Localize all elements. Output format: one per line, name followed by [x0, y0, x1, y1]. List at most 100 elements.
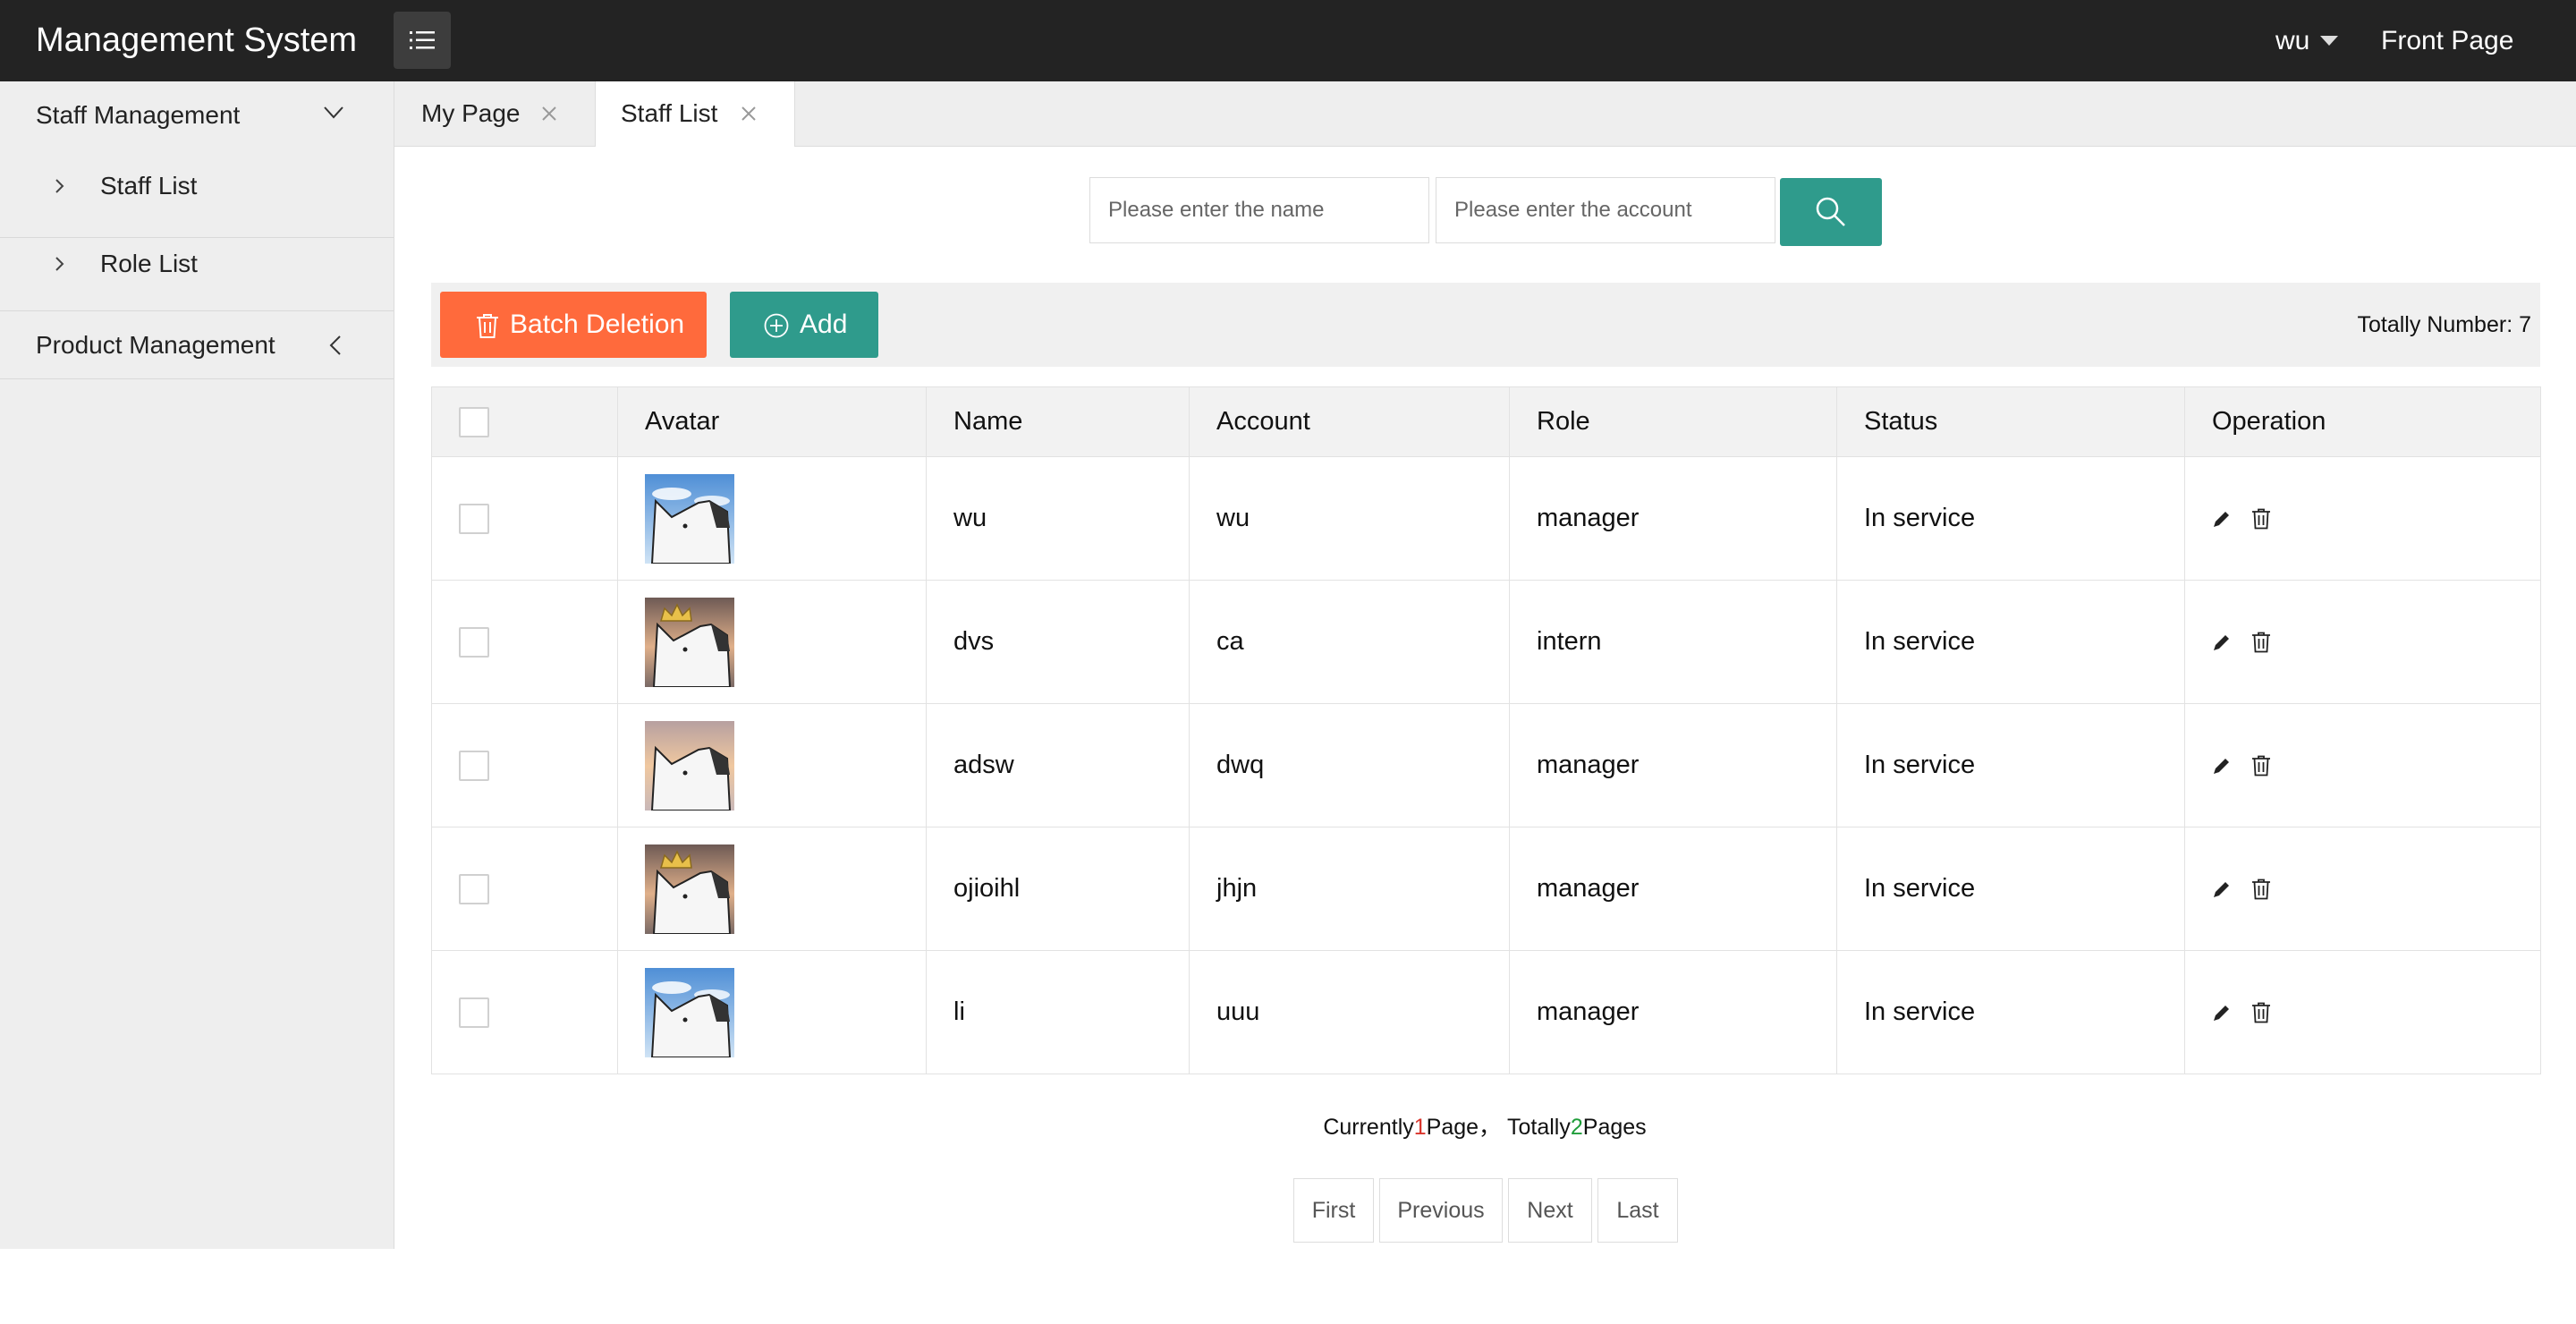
top-header: Management System wu Front Page [0, 0, 2576, 81]
pencil-icon[interactable] [2212, 879, 2232, 899]
avatar-cell [617, 456, 927, 581]
previous-page-button[interactable]: Previous [1379, 1178, 1503, 1243]
role-cell: manager [1509, 827, 1837, 951]
row-checkbox[interactable] [459, 503, 489, 534]
row-checkbox[interactable] [459, 873, 489, 904]
sidebar-group-product-management[interactable]: Product Management [0, 311, 394, 379]
column-header-role: Role [1509, 386, 1837, 457]
tab-bar: My Page Staff List [394, 81, 2576, 147]
first-page-button[interactable]: First [1293, 1178, 1374, 1243]
close-icon[interactable] [741, 106, 757, 122]
batch-delete-button[interactable]: Batch Deletion [440, 292, 707, 358]
row-select-cell [431, 827, 618, 951]
chevron-down-icon [324, 106, 343, 119]
page-info-total-prefix: Totally [1507, 1115, 1571, 1140]
name-cell: dvs [926, 580, 1190, 704]
caret-down-icon[interactable] [2320, 36, 2338, 46]
table-row: li uuu manager In service [431, 950, 2541, 1074]
avatar-cell [617, 580, 927, 704]
row-select-cell [431, 950, 618, 1074]
status-cell: In service [1836, 703, 2185, 828]
name-cell: ojioihl [926, 827, 1190, 951]
row-checkbox[interactable] [459, 626, 489, 658]
pencil-icon[interactable] [2212, 509, 2232, 529]
status-cell: In service [1836, 950, 2185, 1074]
account-cell: wu [1189, 456, 1510, 581]
total-count: Totally Number: 7 [2357, 312, 2531, 337]
table-toolbar: Batch Deletion Add Totally Number: 7 [431, 283, 2540, 367]
trash-icon[interactable] [2251, 632, 2271, 653]
row-checkbox[interactable] [459, 750, 489, 781]
avatar [645, 967, 734, 1057]
trash-icon [477, 314, 498, 338]
front-page-link[interactable]: Front Page [2381, 0, 2513, 81]
role-cell: manager [1509, 456, 1837, 581]
avatar [645, 720, 734, 811]
account-cell: uuu [1189, 950, 1510, 1074]
tab-staff-list[interactable]: Staff List [595, 81, 795, 147]
status-cell: In service [1836, 456, 2185, 581]
table-row: ojioihl jhjn manager In service [431, 827, 2541, 951]
pencil-icon[interactable] [2212, 1003, 2232, 1023]
sidebar-item-label: Role List [100, 250, 198, 277]
table-row: wu wu manager In service [431, 456, 2541, 581]
add-label: Add [800, 310, 848, 339]
operation-cell [2184, 950, 2541, 1074]
sidebar-divider [0, 378, 394, 379]
search-button[interactable] [1780, 178, 1882, 246]
chevron-right-icon [55, 179, 64, 193]
menu-toggle-button[interactable] [394, 12, 451, 69]
name-cell: wu [926, 456, 1190, 581]
total-pages-number: 2 [1570, 1115, 1583, 1140]
sidebar-item-staff-list[interactable]: Staff List [0, 149, 394, 223]
operation-cell [2184, 827, 2541, 951]
list-icon [410, 31, 435, 49]
role-cell: manager [1509, 703, 1837, 828]
select-all-checkbox[interactable] [459, 406, 489, 437]
select-all-cell [431, 386, 618, 457]
table-row: adsw dwq manager In service [431, 703, 2541, 828]
trash-icon[interactable] [2251, 755, 2271, 777]
trash-icon[interactable] [2251, 508, 2271, 530]
user-menu[interactable]: wu [2275, 0, 2309, 81]
next-page-button[interactable]: Next [1508, 1178, 1592, 1243]
staff-table: Avatar Name Account Role Status Operatio… [431, 386, 2541, 1074]
plus-circle-icon [764, 313, 789, 338]
close-icon[interactable] [541, 106, 557, 122]
row-select-cell [431, 703, 618, 828]
add-button[interactable]: Add [730, 292, 878, 358]
name-cell: adsw [926, 703, 1190, 828]
sidebar-item-role-list[interactable]: Role List [0, 223, 394, 305]
row-select-cell [431, 580, 618, 704]
chevron-left-icon [329, 335, 341, 355]
column-header-status: Status [1836, 386, 2185, 457]
pencil-icon[interactable] [2212, 632, 2232, 652]
row-checkbox[interactable] [459, 997, 489, 1028]
operation-cell [2184, 456, 2541, 581]
avatar [645, 473, 734, 564]
name-cell: li [926, 950, 1190, 1074]
account-search-input[interactable] [1436, 177, 1775, 243]
column-header-avatar: Avatar [617, 386, 927, 457]
column-header-account: Account [1189, 386, 1510, 457]
table-row: dvs ca intern In service [431, 580, 2541, 704]
sidebar-group-label: Staff Management [36, 101, 241, 129]
tab-my-page[interactable]: My Page [394, 81, 595, 146]
page-info-current-suffix: Page， [1426, 1115, 1502, 1140]
role-cell: intern [1509, 580, 1837, 704]
column-header-operation: Operation [2184, 386, 2541, 457]
tab-label: Staff List [621, 99, 718, 127]
name-search-input[interactable] [1089, 177, 1429, 243]
trash-icon[interactable] [2251, 1002, 2271, 1023]
page-info: Currently1Page， Totally2Pages [0, 1109, 2576, 1142]
operation-cell [2184, 703, 2541, 828]
account-cell: dwq [1189, 703, 1510, 828]
row-select-cell [431, 456, 618, 581]
pencil-icon[interactable] [2212, 756, 2232, 776]
last-page-button[interactable]: Last [1597, 1178, 1678, 1243]
sidebar-group-staff-management[interactable]: Staff Management [0, 81, 394, 149]
column-header-name: Name [926, 386, 1190, 457]
avatar [645, 844, 734, 934]
chevron-right-icon [55, 257, 64, 271]
trash-icon[interactable] [2251, 878, 2271, 900]
